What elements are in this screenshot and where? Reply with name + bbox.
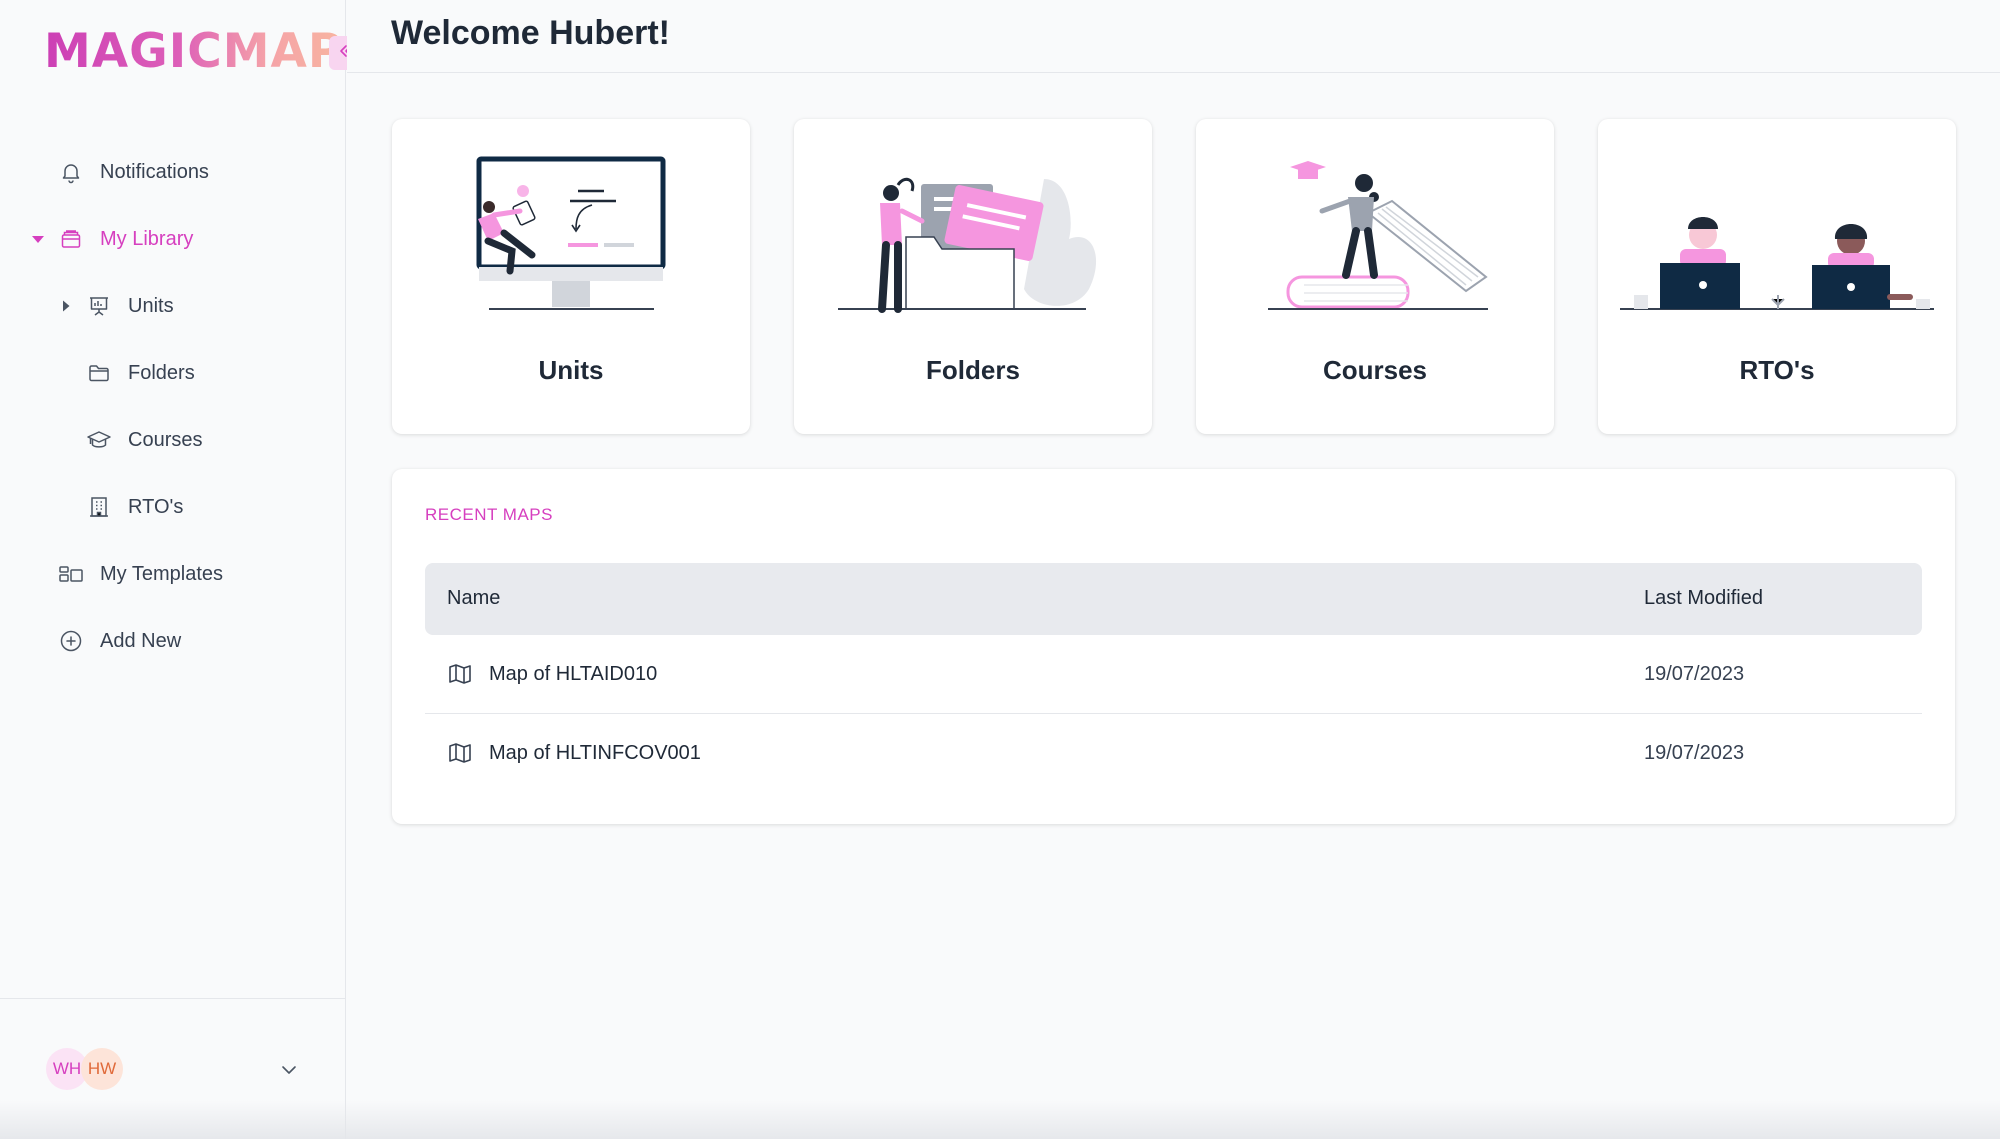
table-row[interactable]: Map of HLTINFCOV001 19/07/2023 [425, 714, 1922, 793]
avatar[interactable]: HW [81, 1048, 123, 1090]
sidebar-item-label: Units [128, 294, 174, 317]
folders-card[interactable]: Folders [794, 119, 1152, 434]
page-header: Welcome Hubert! [347, 0, 2000, 73]
presentation-board-icon [86, 293, 112, 319]
table-header: Name Last Modified [425, 563, 1922, 635]
logo[interactable]: MAGICMAP [44, 28, 343, 76]
avatar-initials: HW [87, 1059, 117, 1078]
map-icon [447, 740, 473, 766]
sidebar-item-my-templates[interactable]: My Templates [0, 550, 346, 598]
avatar-initials: WH [52, 1059, 82, 1078]
people-at-laptops-illustration [1620, 217, 1934, 310]
column-header-last-modified[interactable]: Last Modified [1644, 587, 1763, 610]
units-card[interactable]: Units [392, 119, 750, 434]
map-name: Map of HLTINFCOV001 [489, 742, 701, 764]
section-title: RECENT MAPS [425, 505, 553, 524]
sidebar-item-label: RTO's [128, 495, 184, 518]
graduation-cap-icon [86, 427, 112, 453]
last-modified-date: 19/07/2023 [1644, 663, 1745, 685]
sidebar-item-folders[interactable]: Folders [0, 349, 346, 397]
plus-circle-icon [58, 628, 84, 654]
chevron-down-icon[interactable] [278, 1059, 300, 1086]
building-icon [86, 494, 112, 520]
bottom-fade [0, 1100, 2000, 1139]
layout-icon [58, 561, 84, 587]
last-modified-date: 19/07/2023 [1644, 742, 1745, 764]
sidebar-item-label: My Library [100, 227, 194, 250]
card-title: RTO's [1739, 355, 1815, 385]
recent-maps-panel: RECENT MAPS Name Last Modified Map of HL… [392, 469, 1955, 824]
sidebar: MAGICMAP Notifications My Library Units … [0, 0, 363, 1139]
sidebar-item-units[interactable]: Units [0, 282, 346, 330]
sidebar-item-notifications[interactable]: Notifications [0, 148, 346, 196]
person-on-books-illustration [1268, 161, 1488, 310]
map-icon [447, 661, 473, 687]
map-name: Map of HLTAID010 [489, 663, 658, 685]
sidebar-item-label: Courses [128, 428, 203, 451]
rtos-card[interactable]: RTO's [1598, 119, 1956, 434]
logo-text: MAGICMAP [44, 24, 344, 79]
caret-down-icon [31, 232, 45, 246]
sidebar-item-label: Notifications [100, 160, 209, 183]
sidebar-item-add-new[interactable]: Add New [0, 617, 346, 665]
folder-icon [86, 360, 112, 386]
person-at-monitor-illustration [476, 156, 666, 310]
card-title: Units [538, 355, 604, 385]
column-header-name[interactable]: Name [447, 587, 500, 610]
table-row[interactable]: Map of HLTAID010 19/07/2023 [425, 635, 1922, 714]
sidebar-item-my-library[interactable]: My Library [0, 215, 346, 263]
card-title: Courses [1322, 355, 1428, 385]
sidebar-item-label: Add New [100, 629, 182, 652]
card-title: Folders [926, 355, 1020, 385]
courses-card[interactable]: Courses [1196, 119, 1554, 434]
sidebar-item-label: My Templates [100, 562, 224, 585]
sidebar-item-rtos[interactable]: RTO's [0, 483, 346, 531]
page-title: Welcome Hubert! [391, 14, 670, 52]
bell-icon [58, 159, 84, 185]
caret-right-icon [59, 299, 73, 313]
person-with-folder-illustration [838, 177, 1097, 313]
sidebar-item-label: Folders [128, 361, 195, 384]
archive-box-icon [58, 226, 84, 252]
sidebar-item-courses[interactable]: Courses [0, 416, 346, 464]
